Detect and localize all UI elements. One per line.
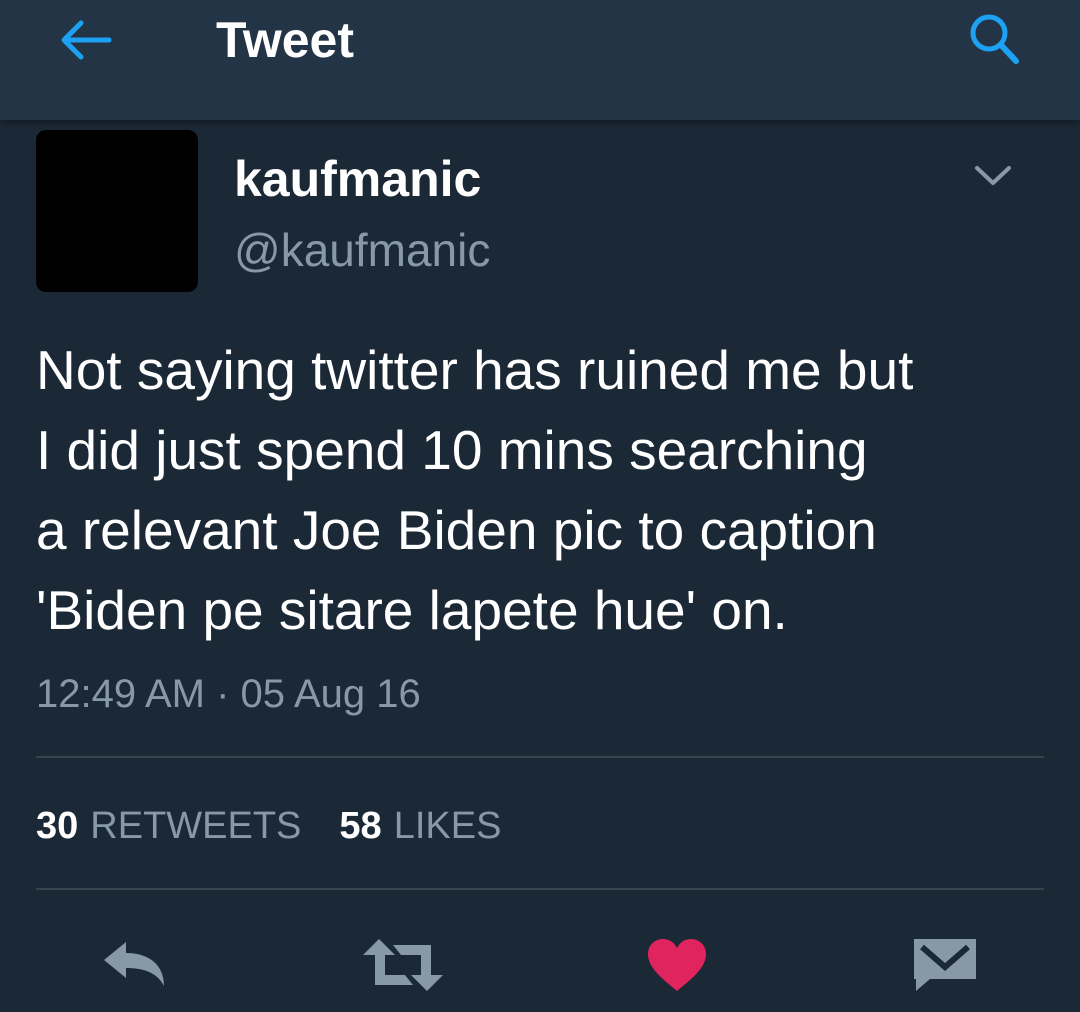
likes-label: LIKES [393, 805, 502, 847]
tweet-text: Not saying twitter has ruined me but I d… [36, 339, 914, 641]
page-title: Tweet [216, 12, 354, 68]
heart-icon [648, 939, 706, 991]
divider [36, 888, 1044, 890]
chevron-down-icon [975, 166, 1011, 185]
author-display-name[interactable]: kaufmanic [234, 148, 481, 210]
search-button[interactable] [958, 8, 1030, 70]
tweet-timestamp: 12:49 AM · 05 Aug 16 [36, 672, 421, 716]
reply-icon [104, 942, 164, 986]
engagement-stats: 30 RETWEETS 58 LIKES [36, 800, 539, 852]
reply-button[interactable] [90, 920, 180, 1010]
back-button[interactable] [50, 10, 120, 70]
likes-count: 58 [339, 805, 382, 847]
retweet-icon [363, 939, 443, 991]
avatar[interactable] [36, 130, 198, 292]
direct-message-icon [914, 939, 976, 991]
likes-stat[interactable]: 58 LIKES [339, 800, 501, 852]
search-icon [970, 14, 1019, 64]
divider [36, 756, 1044, 758]
author-handle[interactable]: @kaufmanic [234, 220, 490, 280]
retweets-label: RETWEETS [90, 805, 302, 847]
retweets-stat[interactable]: 30 RETWEETS [36, 800, 301, 852]
retweets-count: 30 [36, 805, 79, 847]
top-app-bar: Tweet [0, 0, 1080, 120]
tweet-menu-button[interactable] [960, 152, 1026, 200]
tweet-actions [0, 920, 1080, 1010]
retweet-button[interactable] [358, 920, 448, 1010]
direct-message-button[interactable] [900, 920, 990, 1010]
like-button[interactable] [632, 920, 722, 1010]
tweet-detail: kaufmanic @kaufmanic Not saying twitter … [0, 120, 1080, 1012]
arrow-left-icon [61, 20, 112, 60]
